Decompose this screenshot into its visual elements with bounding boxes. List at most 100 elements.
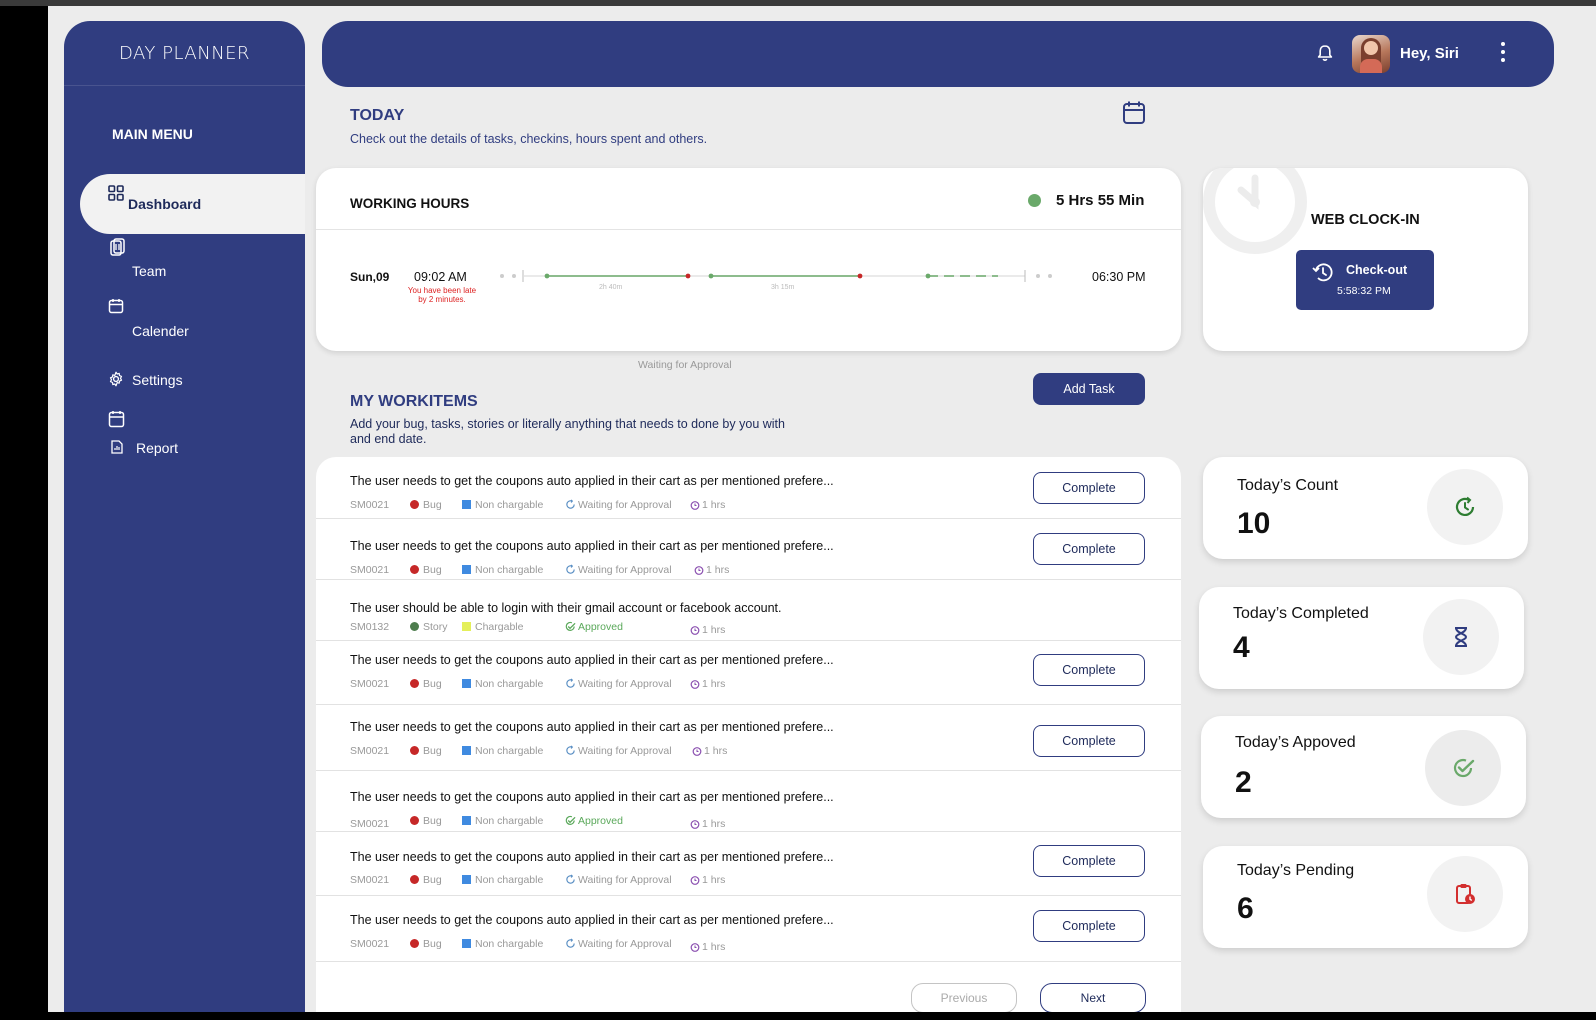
list-item[interactable]: The user needs to get the coupons auto a… bbox=[316, 832, 1181, 896]
list-item[interactable]: The user needs to get the coupons auto a… bbox=[316, 457, 1181, 519]
workitem-status: Waiting for Approval bbox=[565, 678, 672, 690]
workitem-billing-label: Non chargable bbox=[475, 815, 544, 827]
sidebar-item-calender[interactable]: Calender bbox=[80, 294, 305, 354]
billing-square bbox=[462, 875, 471, 884]
complete-button[interactable]: Complete bbox=[1033, 845, 1145, 877]
workitem-billing: Non chargable bbox=[462, 874, 543, 886]
waiting-sync-icon bbox=[566, 678, 575, 688]
workitem-hours: 1 hrs bbox=[692, 745, 727, 757]
workitem-type: Bug bbox=[410, 745, 442, 757]
sidebar-item-label: Report bbox=[136, 440, 179, 456]
previous-page-button[interactable]: Previous bbox=[911, 983, 1017, 1012]
app-frame: DAY PLANNER MAIN MENU Dashboard Team Cal… bbox=[48, 6, 1596, 1012]
clock-watermark-icon bbox=[1203, 168, 1307, 254]
calendar-icon[interactable] bbox=[1122, 100, 1146, 126]
workitem-id: SM0132 bbox=[350, 621, 389, 633]
workitem-id: SM0021 bbox=[350, 874, 389, 886]
workitem-type-label: Bug bbox=[423, 745, 442, 757]
grid-icon bbox=[108, 185, 124, 201]
workitem-hours-label: 1 hrs bbox=[702, 624, 726, 636]
complete-button[interactable]: Complete bbox=[1033, 910, 1145, 942]
workitems-subtitle: Add your bug, tasks, stories or literall… bbox=[350, 417, 785, 446]
workitem-billing: Non chargable bbox=[462, 499, 543, 511]
sidebar-item-report[interactable]: Report bbox=[80, 406, 305, 466]
stat-card-pending: Today’s Pending 6 bbox=[1203, 846, 1528, 948]
avatar-body bbox=[1360, 59, 1382, 73]
workitem-billing-label: Non chargable bbox=[475, 678, 544, 690]
hours-timer-icon bbox=[690, 943, 700, 952]
sidebar-item-label: Team bbox=[132, 263, 167, 279]
user-greeting[interactable]: Hey, Siri bbox=[1400, 45, 1459, 62]
list-item[interactable]: The user needs to get the coupons auto a… bbox=[316, 641, 1181, 705]
workitem-id-label: SM0021 bbox=[350, 818, 390, 830]
list-item[interactable]: The user needs to get the coupons auto a… bbox=[316, 705, 1181, 771]
sidebar-item-label: Calender bbox=[132, 323, 189, 339]
workitem-hours-label: 1 hrs bbox=[702, 499, 726, 511]
stat-label: Today’s Pending bbox=[1237, 862, 1355, 879]
segment-label: 3h 15m bbox=[771, 284, 795, 291]
list-item[interactable]: The user should be able to login with th… bbox=[316, 580, 1181, 641]
workitem-hours-label: 1 hrs bbox=[706, 564, 730, 576]
workitem-status: Waiting for Approval bbox=[565, 564, 672, 576]
add-task-button[interactable]: Add Task bbox=[1033, 373, 1145, 405]
approved-check-icon bbox=[565, 621, 576, 631]
calendar-icon bbox=[108, 411, 125, 428]
stat-icon-circle bbox=[1423, 599, 1499, 675]
workitem-status: Waiting for Approval bbox=[565, 745, 672, 757]
workitem-id: SM0021 bbox=[350, 818, 389, 830]
workitem-type-label: Bug bbox=[423, 678, 442, 690]
workitem-id: SM0021 bbox=[350, 745, 389, 757]
workitem-status-label: Approved bbox=[578, 621, 623, 633]
waiting-sync-icon bbox=[566, 745, 575, 755]
stat-card-completed: Today’s Completed 4 bbox=[1199, 587, 1524, 689]
app-logo: DAY PLANNER bbox=[118, 43, 251, 64]
check-out-time: 5:58:32 PM bbox=[1337, 285, 1391, 297]
workitem-type-label: Bug bbox=[423, 564, 442, 576]
type-dot bbox=[410, 500, 419, 509]
stat-icon-circle bbox=[1427, 469, 1503, 545]
list-item[interactable]: The user needs to get the coupons auto a… bbox=[316, 771, 1181, 832]
complete-button[interactable]: Complete bbox=[1033, 472, 1145, 504]
status-dot bbox=[1028, 194, 1041, 207]
sidebar: DAY PLANNER MAIN MENU Dashboard Team Cal… bbox=[64, 21, 305, 1012]
complete-button[interactable]: Complete bbox=[1033, 654, 1145, 686]
stat-value: 2 bbox=[1235, 766, 1252, 799]
workitem-type: Bug bbox=[410, 678, 442, 690]
list-item[interactable]: The user needs to get the coupons auto a… bbox=[316, 896, 1181, 962]
workitem-id-label: SM0021 bbox=[350, 745, 390, 757]
workitem-billing-label: Non chargable bbox=[475, 874, 544, 886]
workitems-list: Previous Next The user needs to get the … bbox=[316, 457, 1181, 1012]
sidebar-item-team[interactable]: Team bbox=[80, 234, 305, 294]
hours-timer-icon bbox=[690, 626, 700, 635]
workitem-title: The user needs to get the coupons auto a… bbox=[350, 653, 834, 667]
workitem-status-label: Approved bbox=[578, 815, 623, 827]
workitem-id: SM0021 bbox=[350, 938, 389, 950]
stat-label: Today’s Count bbox=[1237, 477, 1339, 494]
clipboard-clock-icon bbox=[1456, 884, 1475, 904]
sidebar-item-dashboard[interactable]: Dashboard bbox=[80, 174, 305, 234]
workitem-status-label: Waiting for Approval bbox=[578, 745, 672, 757]
waiting-sync-icon bbox=[566, 938, 575, 948]
workitem-billing-label: Non chargable bbox=[475, 564, 544, 576]
workitem-hours: 1 hrs bbox=[690, 624, 725, 636]
check-out-button[interactable]: Check-out 5:58:32 PM bbox=[1296, 250, 1434, 310]
workitem-type-label: Bug bbox=[423, 499, 442, 511]
workitem-title: The user needs to get the coupons auto a… bbox=[350, 850, 834, 864]
avatar[interactable] bbox=[1352, 35, 1390, 73]
check-circle-icon bbox=[1453, 758, 1475, 778]
workitem-title: The user should be able to login with th… bbox=[350, 601, 782, 615]
hourglass-icon bbox=[1454, 627, 1468, 647]
complete-button[interactable]: Complete bbox=[1033, 533, 1145, 565]
workitem-id-label: SM0021 bbox=[350, 874, 390, 886]
bell-icon[interactable] bbox=[1315, 43, 1335, 63]
list-item[interactable]: The user needs to get the coupons auto a… bbox=[316, 519, 1181, 580]
workitem-title: The user needs to get the coupons auto a… bbox=[350, 474, 834, 488]
workitem-hours-label: 1 hrs bbox=[702, 874, 726, 886]
next-page-button[interactable]: Next bbox=[1040, 983, 1146, 1012]
working-hours-title: WORKING HOURS bbox=[350, 196, 470, 211]
kebab-menu-icon[interactable] bbox=[1500, 41, 1506, 63]
working-hours-card: WORKING HOURS 5 Hrs 55 Min Sun,09 09:02 … bbox=[316, 168, 1181, 351]
complete-button[interactable]: Complete bbox=[1033, 725, 1145, 757]
hours-timer-icon bbox=[690, 876, 700, 885]
workitem-billing: Non chargable bbox=[462, 678, 543, 690]
